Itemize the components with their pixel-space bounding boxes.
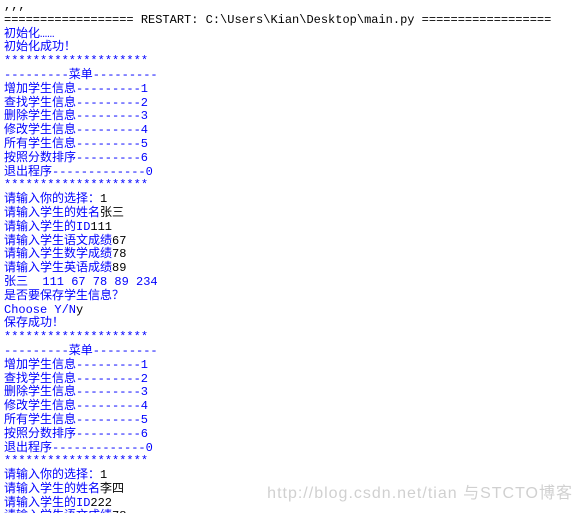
menu-item-2: 查找学生信息---------2 <box>4 372 148 386</box>
prompt-choice: 请输入你的选择： <box>4 468 100 482</box>
input-choice-1: 1 <box>100 192 107 206</box>
init-running: 初始化…… <box>4 27 54 41</box>
python-shell-output[interactable]: ,,, ================== RESTART: C:\Users… <box>0 0 581 513</box>
prompt-name: 请输入学生的姓名 <box>4 482 100 496</box>
prompt-save: 是否要保存学生信息？ <box>4 289 124 303</box>
prompt-continuation: ,,, <box>4 0 26 13</box>
input-math-1: 78 <box>112 247 126 261</box>
prompt-id: 请输入学生的ID <box>4 220 90 234</box>
stars-line: ******************** <box>4 454 148 468</box>
menu-header: ---------菜单--------- <box>4 344 158 358</box>
input-yn: y <box>76 303 83 317</box>
save-ok: 保存成功！ <box>4 316 64 330</box>
menu-item-5: 所有学生信息---------5 <box>4 137 148 151</box>
menu-item-3: 删除学生信息---------3 <box>4 109 148 123</box>
menu-item-5: 所有学生信息---------5 <box>4 413 148 427</box>
menu-item-4: 修改学生信息---------4 <box>4 399 148 413</box>
prompt-chinese: 请输入学生语文成绩 <box>4 234 112 248</box>
menu-item-6: 按照分数排序---------6 <box>4 151 148 165</box>
stars-line: ******************** <box>4 330 148 344</box>
input-id-1: 111 <box>90 220 112 234</box>
prompt-choice: 请输入你的选择： <box>4 192 100 206</box>
input-chinese-1: 67 <box>112 234 126 248</box>
input-name-1: 张三 <box>100 206 124 220</box>
menu-item-0: 退出程序-------------0 <box>4 165 153 179</box>
prompt-yn: Choose Y/N <box>4 303 76 317</box>
input-id-2: 222 <box>90 496 112 510</box>
student-echo: 张三 111 67 78 89 234 <box>4 275 158 289</box>
menu-item-2: 查找学生信息---------2 <box>4 96 148 110</box>
prompt-name: 请输入学生的姓名 <box>4 206 100 220</box>
prompt-math: 请输入学生数学成绩 <box>4 247 112 261</box>
stars-line: ******************** <box>4 54 148 68</box>
menu-item-6: 按照分数排序---------6 <box>4 427 148 441</box>
menu-header: ---------菜单--------- <box>4 68 158 82</box>
prompt-english: 请输入学生英语成绩 <box>4 261 112 275</box>
input-english-1: 89 <box>112 261 126 275</box>
menu-item-1: 增加学生信息---------1 <box>4 358 148 372</box>
menu-item-0: 退出程序-------------0 <box>4 441 153 455</box>
stars-line: ******************** <box>4 178 148 192</box>
init-done: 初始化成功！ <box>4 40 76 54</box>
input-chinese-2: 78 <box>112 509 126 513</box>
menu-item-1: 增加学生信息---------1 <box>4 82 148 96</box>
prompt-id: 请输入学生的ID <box>4 496 90 510</box>
input-name-2: 李四 <box>100 482 124 496</box>
menu-item-3: 删除学生信息---------3 <box>4 385 148 399</box>
restart-line: ================== RESTART: C:\Users\Kia… <box>4 13 551 27</box>
prompt-chinese: 请输入学生语文成绩 <box>4 509 112 513</box>
input-choice-2: 1 <box>100 468 107 482</box>
menu-item-4: 修改学生信息---------4 <box>4 123 148 137</box>
